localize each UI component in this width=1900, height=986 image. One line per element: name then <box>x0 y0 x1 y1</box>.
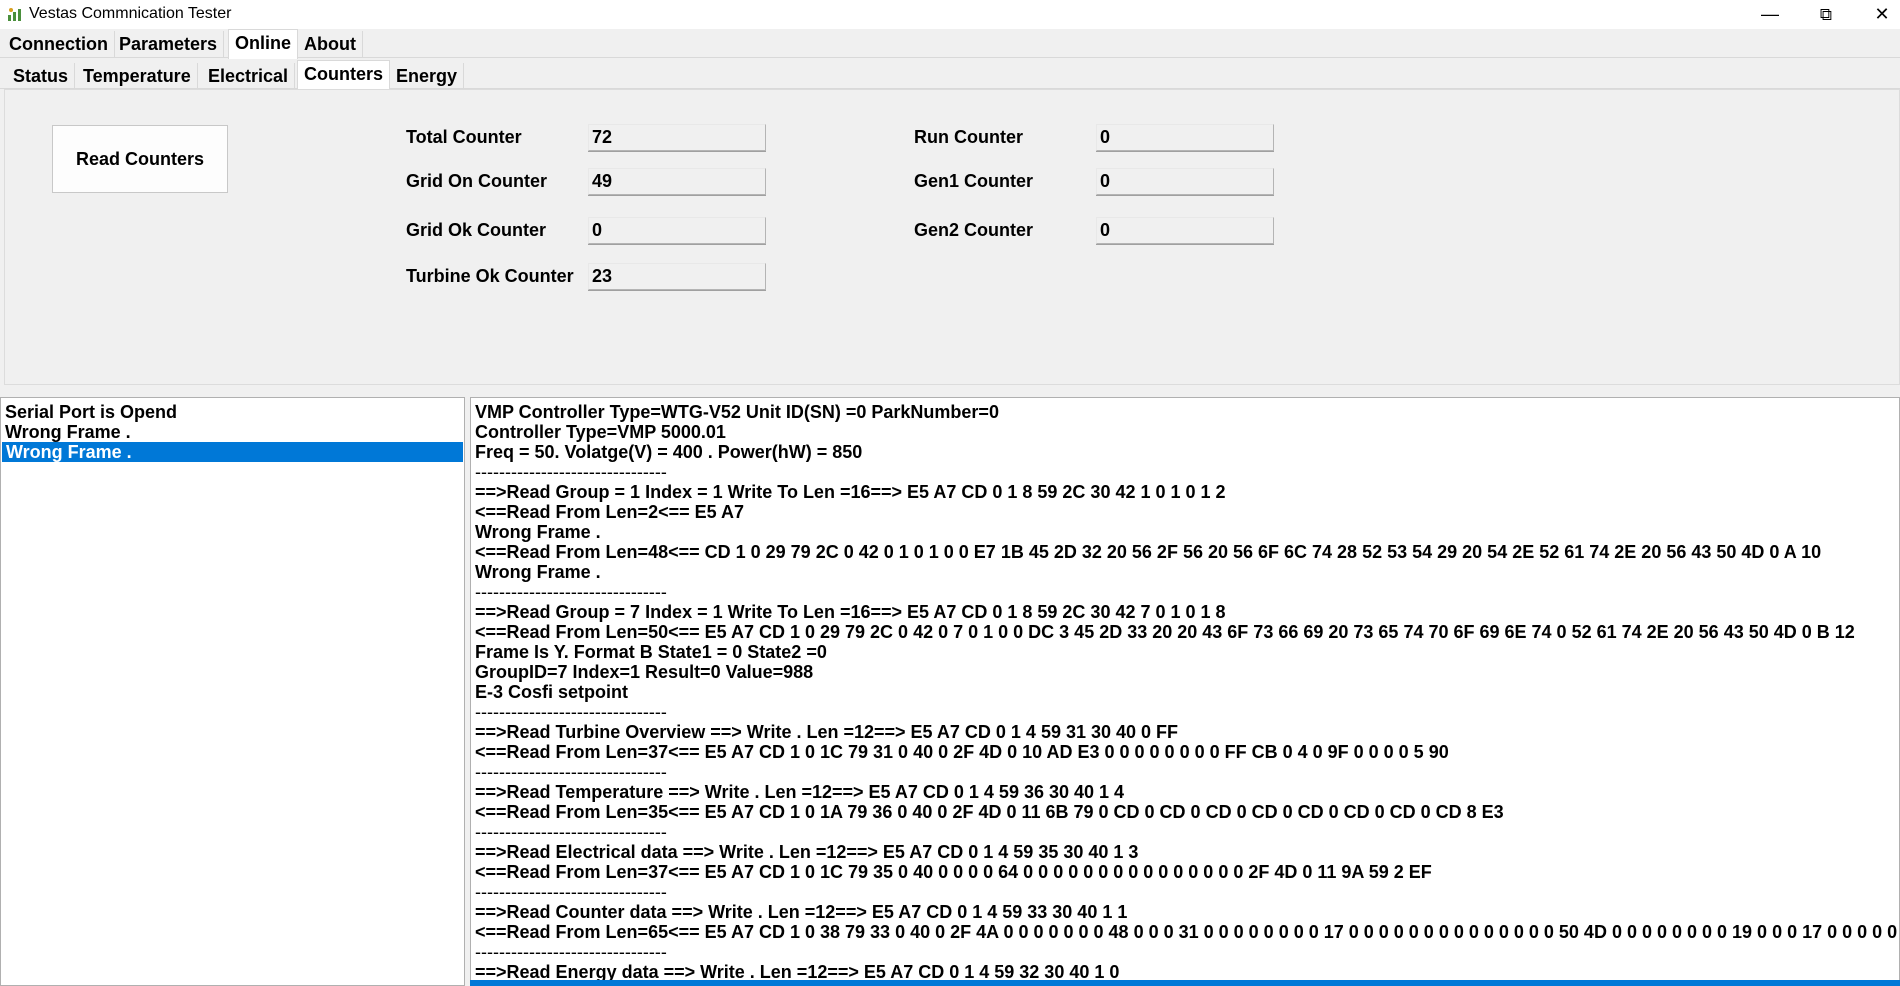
log-line[interactable]: -------------------------------- <box>471 702 1899 722</box>
read-counters-button[interactable]: Read Counters <box>52 125 228 193</box>
log-line[interactable]: VMP Controller Type=WTG-V52 Unit ID(SN) … <box>471 402 1899 422</box>
communication-log[interactable]: VMP Controller Type=WTG-V52 Unit ID(SN) … <box>470 397 1900 986</box>
run-counter-label: Run Counter <box>914 127 1023 147</box>
log-line[interactable]: ==>Read Turbine Overview ==> Write . Len… <box>471 722 1899 742</box>
log-line[interactable]: Freq = 50. Volatge(V) = 400 . Power(hW) … <box>471 442 1899 462</box>
list-item[interactable]: Serial Port is Opend <box>1 402 464 422</box>
sub-tabs: Status Temperature Electrical Counters E… <box>0 60 1900 90</box>
gen2-counter-field[interactable]: 0 <box>1096 217 1274 244</box>
gen2-counter-label: Gen2 Counter <box>914 220 1034 240</box>
log-line[interactable]: -------------------------------- <box>471 942 1899 962</box>
main-tabs: Connection Parameters Online About <box>0 29 1900 59</box>
log-line[interactable]: -------------------------------- <box>471 882 1899 902</box>
list-item-selected[interactable]: Wrong Frame . <box>2 442 463 462</box>
turbine-ok-counter-label: Turbine Ok Counter <box>406 266 574 286</box>
log-line[interactable]: ==>Read Counter data ==> Write . Len =12… <box>471 902 1899 922</box>
grid-on-counter-label: Grid On Counter <box>406 171 547 191</box>
total-counter-field[interactable]: 72 <box>588 124 766 151</box>
app-icon <box>8 8 21 21</box>
log-line[interactable]: -------------------------------- <box>471 822 1899 842</box>
log-line[interactable]: <==Read From Len=50<== E5 A7 CD 1 0 29 7… <box>471 622 1899 642</box>
log-line[interactable]: E-3 Cosfi setpoint <box>471 682 1899 702</box>
selected-log-line[interactable] <box>470 980 1900 986</box>
log-line[interactable]: <==Read From Len=65<== E5 A7 CD 1 0 38 7… <box>471 922 1899 942</box>
tab-status[interactable]: Status <box>7 63 76 89</box>
close-icon: ✕ <box>1874 4 1890 24</box>
log-line[interactable]: ==>Read Group = 7 Index = 1 Write To Len… <box>471 602 1899 622</box>
tab-about[interactable]: About <box>298 31 363 58</box>
log-line[interactable]: GroupID=7 Index=1 Result=0 Value=988 <box>471 662 1899 682</box>
turbine-ok-counter-field[interactable]: 23 <box>588 263 766 290</box>
gen1-counter-label: Gen1 Counter <box>914 171 1034 191</box>
log-line[interactable]: Wrong Frame . <box>471 522 1899 542</box>
tab-parameters[interactable]: Parameters <box>113 31 225 58</box>
status-log-list[interactable]: Serial Port is Opend Wrong Frame . Wrong… <box>0 397 465 986</box>
log-line[interactable]: ==>Read Temperature ==> Write . Len =12=… <box>471 782 1899 802</box>
total-counter-label: Total Counter <box>406 127 522 147</box>
log-line[interactable]: ==>Read Electrical data ==> Write . Len … <box>471 842 1899 862</box>
log-line[interactable]: <==Read From Len=35<== E5 A7 CD 1 0 1A 7… <box>471 802 1899 822</box>
tab-energy[interactable]: Energy <box>390 63 465 89</box>
log-line[interactable]: <==Read From Len=37<== E5 A7 CD 1 0 1C 7… <box>471 742 1899 762</box>
log-line[interactable]: Frame Is Y. Format B State1 = 0 State2 =… <box>471 642 1899 662</box>
grid-on-counter-field[interactable]: 49 <box>588 168 766 195</box>
tab-connection[interactable]: Connection <box>3 31 115 58</box>
log-line[interactable]: ==>Read Group = 1 Index = 1 Write To Len… <box>471 482 1899 502</box>
log-line[interactable]: <==Read From Len=2<== E5 A7 <box>471 502 1899 522</box>
log-line[interactable]: -------------------------------- <box>471 762 1899 782</box>
log-line[interactable]: <==Read From Len=48<== CD 1 0 29 79 2C 0… <box>471 542 1899 562</box>
log-line[interactable]: -------------------------------- <box>471 582 1899 602</box>
title-bar: Vestas Commnication Tester — ⧉ ✕ <box>0 0 1900 29</box>
list-item[interactable]: Wrong Frame . <box>1 422 464 442</box>
tab-electrical[interactable]: Electrical <box>202 63 296 89</box>
log-line[interactable]: <==Read From Len=37<== E5 A7 CD 1 0 1C 7… <box>471 862 1899 882</box>
tab-online[interactable]: Online <box>228 29 299 59</box>
tab-counters[interactable]: Counters <box>297 60 391 90</box>
close-button[interactable]: ✕ <box>1854 0 1900 29</box>
minimize-button[interactable]: — <box>1742 0 1798 29</box>
log-line[interactable]: Controller Type=VMP 5000.01 <box>471 422 1899 442</box>
restore-button[interactable]: ⧉ <box>1798 0 1854 29</box>
minimize-icon: — <box>1761 4 1779 24</box>
restore-icon: ⧉ <box>1819 4 1833 24</box>
log-line[interactable]: -------------------------------- <box>471 462 1899 482</box>
grid-ok-counter-field[interactable]: 0 <box>588 217 766 244</box>
log-line[interactable]: Wrong Frame . <box>471 562 1899 582</box>
log-line[interactable]: ==>Read Energy data ==> Write . Len =12=… <box>471 962 1899 982</box>
run-counter-field[interactable]: 0 <box>1096 124 1274 151</box>
communication-log-lines: VMP Controller Type=WTG-V52 Unit ID(SN) … <box>471 402 1899 982</box>
tab-temperature[interactable]: Temperature <box>77 63 198 89</box>
grid-ok-counter-label: Grid Ok Counter <box>406 220 547 240</box>
window-title: Vestas Commnication Tester <box>29 5 232 22</box>
gen1-counter-field[interactable]: 0 <box>1096 168 1274 195</box>
